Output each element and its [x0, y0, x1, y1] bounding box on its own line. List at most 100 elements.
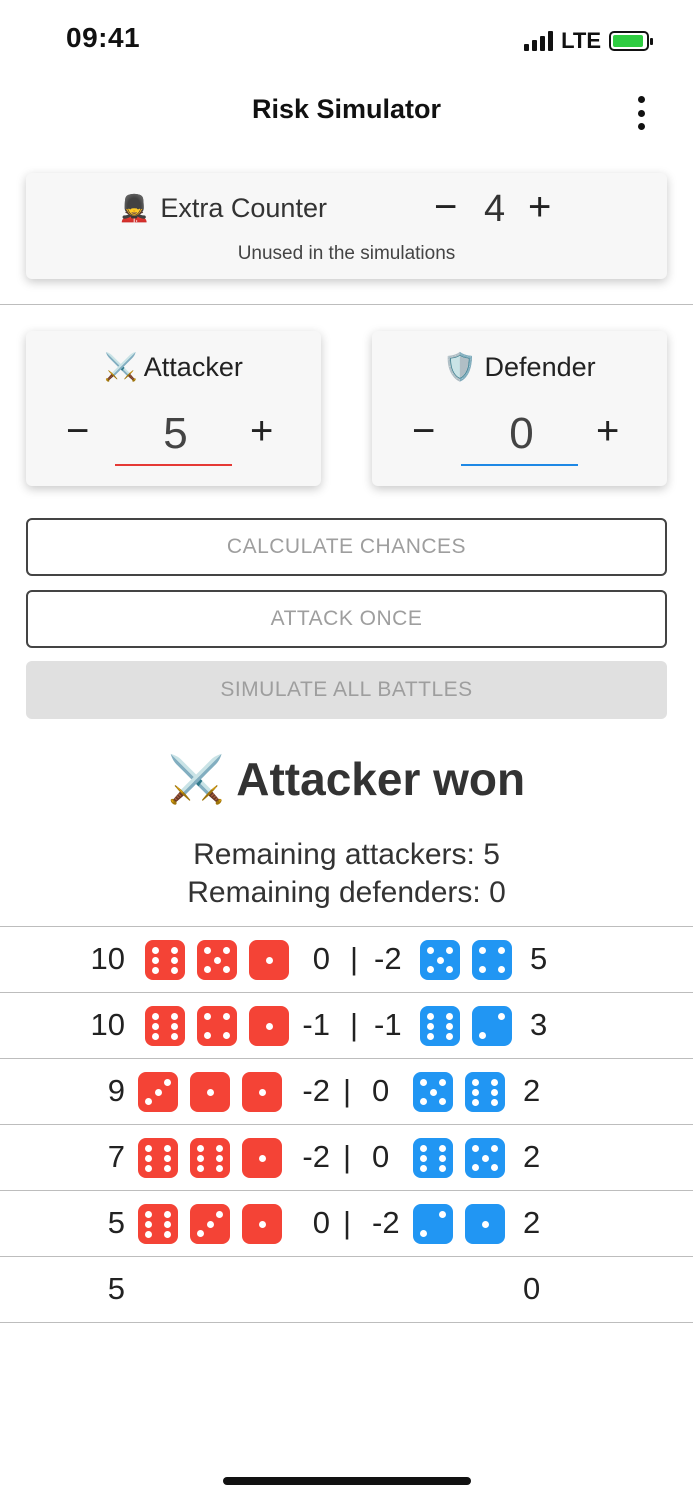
home-indicator	[223, 1477, 471, 1485]
attacker-die-icon	[138, 1204, 178, 1244]
attacker-loss-cell: -2	[302, 1073, 330, 1108]
defender-count-cell: 2	[523, 1073, 541, 1108]
defender-dice	[413, 1138, 505, 1178]
attacker-label: Attacker	[143, 352, 243, 382]
attacker-dice	[138, 1138, 282, 1178]
table-row: 50	[0, 1256, 693, 1323]
attacker-input-underline	[115, 464, 232, 466]
attacker-count-cell: 10	[90, 1007, 125, 1042]
calculate-chances-button[interactable]: CALCULATE CHANCES	[26, 518, 667, 576]
defender-die-icon	[413, 1204, 453, 1244]
defender-count-cell: 3	[530, 1007, 548, 1042]
defender-count-cell: 2	[523, 1139, 541, 1174]
attacker-die-icon	[138, 1072, 178, 1112]
defender-dice	[413, 1072, 505, 1112]
extra-counter-decrement-button[interactable]: −	[434, 187, 457, 227]
attacker-decrement-button[interactable]: −	[66, 411, 89, 451]
attacker-count-cell: 9	[107, 1073, 125, 1108]
attacker-increment-button[interactable]: +	[250, 411, 273, 451]
crossed-swords-icon: ⚔️	[104, 352, 138, 382]
defender-dice	[413, 1204, 505, 1244]
defender-die-icon	[465, 1072, 505, 1112]
attacker-count-cell: 5	[107, 1205, 125, 1240]
battle-log-table: 10 0 | -2 5 10 -1 | -1 3 9 -2 | 0 2 7 -2 | 0 2 5 0 | -2 2 5 0	[0, 926, 693, 1323]
result-text: Attacker won	[236, 753, 526, 805]
defender-card: 🛡️ Defender − +	[372, 331, 667, 486]
attacker-die-icon	[197, 1006, 237, 1046]
network-label: LTE	[561, 28, 601, 53]
attacker-dice	[145, 1006, 289, 1046]
defender-count-cell: 0	[523, 1271, 541, 1306]
status-bar: 09:41 LTE	[0, 0, 693, 80]
attacker-die-icon	[145, 940, 185, 980]
defender-die-icon	[413, 1072, 453, 1112]
defender-input-underline	[461, 464, 578, 466]
attacker-dice	[138, 1072, 282, 1112]
extra-counter-label-group: 💂 Extra Counter	[118, 193, 327, 224]
app-title: Risk Simulator	[251, 94, 442, 124]
simulate-all-battles-button[interactable]: SIMULATE ALL BATTLES	[26, 661, 667, 719]
defender-dice	[420, 1006, 512, 1046]
separator: |	[342, 1139, 352, 1174]
defender-increment-button[interactable]: +	[596, 411, 619, 451]
defender-die-icon	[420, 940, 460, 980]
defender-count-input[interactable]	[461, 403, 582, 465]
attacker-die-icon	[190, 1138, 230, 1178]
extra-counter-card: 💂 Extra Counter − 4 + Unused in the simu…	[26, 173, 667, 279]
defender-die-icon	[413, 1138, 453, 1178]
extra-counter-value: 4	[484, 188, 506, 230]
attacker-die-icon	[138, 1138, 178, 1178]
attacker-loss-cell: 0	[312, 941, 330, 976]
defender-loss-cell: -2	[374, 941, 402, 976]
status-time: 09:41	[66, 22, 141, 53]
defender-die-icon	[465, 1138, 505, 1178]
attacker-title: ⚔️ Attacker	[26, 351, 321, 383]
separator: |	[349, 1007, 359, 1042]
defender-loss-cell: -2	[372, 1205, 400, 1240]
defender-die-icon	[472, 1006, 512, 1046]
attacker-count-cell: 7	[107, 1139, 125, 1174]
attacker-loss-cell: -2	[302, 1139, 330, 1174]
attacker-loss-cell: 0	[312, 1205, 330, 1240]
table-row: 9 -2 | 0 2	[0, 1058, 693, 1124]
extra-counter-label: Extra Counter	[160, 193, 327, 223]
remaining-attackers: Remaining attackers: 5	[193, 838, 500, 871]
defender-count-cell: 5	[530, 941, 548, 976]
shield-icon: 🛡️	[443, 352, 478, 382]
attacker-count-cell: 5	[107, 1271, 125, 1306]
attacker-card: ⚔️ Attacker − +	[26, 331, 321, 486]
more-menu-icon[interactable]	[629, 96, 653, 130]
battery-icon	[609, 31, 653, 51]
separator: |	[342, 1205, 352, 1240]
attacker-loss-cell: -1	[302, 1007, 330, 1042]
separator: |	[342, 1073, 352, 1108]
defender-die-icon	[465, 1204, 505, 1244]
table-row: 5 0 | -2 2	[0, 1190, 693, 1256]
attack-once-button[interactable]: ATTACK ONCE	[26, 590, 667, 648]
divider	[0, 304, 693, 305]
status-indicators: LTE	[524, 28, 653, 54]
defender-die-icon	[472, 940, 512, 980]
defender-die-icon	[420, 1006, 460, 1046]
defender-loss-cell: 0	[372, 1139, 390, 1174]
attacker-dice	[145, 940, 289, 980]
attacker-die-icon	[190, 1072, 230, 1112]
attacker-die-icon	[145, 1006, 185, 1046]
attacker-die-icon	[197, 940, 237, 980]
attacker-count-input[interactable]	[115, 403, 236, 465]
attacker-dice	[138, 1204, 282, 1244]
defender-dice	[420, 940, 512, 980]
extra-counter-increment-button[interactable]: +	[528, 187, 551, 227]
defender-loss-cell: -1	[374, 1007, 402, 1042]
defender-title: 🛡️ Defender	[372, 351, 667, 383]
result-title: ⚔️ Attacker won	[0, 752, 693, 807]
separator: |	[349, 941, 359, 976]
attacker-die-icon	[190, 1204, 230, 1244]
defender-decrement-button[interactable]: −	[412, 411, 435, 451]
defender-label: Defender	[484, 352, 596, 382]
signal-icon	[524, 31, 554, 51]
defender-loss-cell: 0	[372, 1073, 390, 1108]
table-row: 10 -1 | -1 3	[0, 992, 693, 1058]
defender-count-cell: 2	[523, 1205, 541, 1240]
attacker-count-cell: 10	[90, 941, 125, 976]
